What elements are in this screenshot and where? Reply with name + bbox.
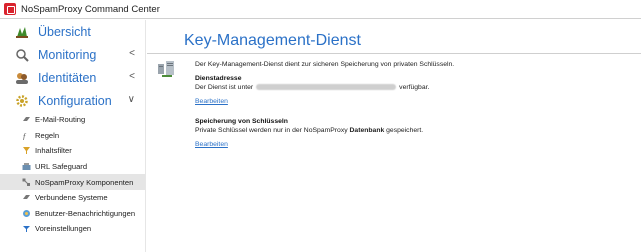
key-management-service-icon (157, 60, 177, 78)
redacted-address (256, 84, 397, 91)
connected-systems-icon (22, 193, 31, 202)
chevron-down-icon[interactable]: ∨ (128, 94, 135, 105)
overview-icon (14, 24, 30, 40)
sidebar-item-label: Inhaltsfilter (35, 146, 72, 156)
service-address-heading: Dienstadresse (195, 75, 242, 82)
sidebar-item-connected-systems[interactable]: Verbundene Systeme (0, 190, 145, 206)
sidebar-item-components[interactable]: NoSpamProxy Komponenten (0, 174, 145, 190)
sidebar: Übersicht Monitoring < Identitäten < Kon… (0, 20, 146, 252)
sidebar-item-email-routing[interactable]: E-Mail-Routing (0, 112, 145, 128)
sidebar-item-configuration[interactable]: Konfiguration ∨ (0, 89, 145, 112)
presets-icon (22, 224, 31, 233)
window-title: NoSpamProxy Command Center (21, 3, 160, 15)
sidebar-item-label: Konfiguration (38, 93, 112, 108)
notifications-icon (22, 209, 31, 218)
components-icon (22, 178, 31, 187)
sidebar-item-rules[interactable]: f Regeln (0, 128, 145, 144)
title-divider (147, 53, 641, 54)
chevron-left-icon[interactable]: < (129, 71, 135, 82)
address-text-after: verfügbar. (399, 84, 430, 91)
url-safeguard-icon (22, 162, 31, 171)
sidebar-item-label: Monitoring (38, 47, 97, 62)
sidebar-item-label: NoSpamProxy Komponenten (35, 177, 134, 187)
sidebar-item-label: Benutzer-Benachrichtigungen (35, 208, 136, 218)
sidebar-item-label: URL Safeguard (35, 162, 88, 172)
intro-text: Der Key-Management-Dienst dient zur sich… (195, 61, 455, 68)
edit-address-link[interactable]: Bearbeiten (195, 97, 228, 106)
storage-location-value: Datenbank (349, 127, 385, 134)
key-storage-heading: Speicherung von Schlüsseln (195, 118, 288, 125)
monitoring-icon (14, 47, 30, 63)
app-logo-icon (4, 3, 16, 15)
key-storage-text: Private Schlüssel werden nur in der NoSp… (195, 126, 635, 135)
service-details: Der Key-Management-Dienst dient zur sich… (195, 60, 635, 149)
address-text-before: Der Dienst ist unter (195, 84, 254, 91)
title-bar: NoSpamProxy Command Center (0, 0, 641, 19)
sidebar-item-content-filter[interactable]: Inhaltsfilter (0, 143, 145, 159)
main-content: Key-Management-Dienst Der Key-Management… (147, 20, 641, 252)
rules-icon: f (22, 131, 31, 140)
sidebar-item-monitoring[interactable]: Monitoring < (0, 43, 145, 66)
sidebar-item-label: Verbundene Systeme (35, 193, 108, 203)
sidebar-item-label: Übersicht (38, 24, 91, 39)
email-routing-icon (22, 115, 31, 124)
sidebar-item-overview[interactable]: Übersicht (0, 20, 145, 43)
service-address-text: Der Dienst ist unter verfügbar. (195, 83, 635, 92)
sidebar-item-notifications[interactable]: Benutzer-Benachrichtigungen (0, 206, 145, 222)
page-title: Key-Management-Dienst (184, 32, 361, 49)
storage-text-before: Private Schlüssel werden nur in der NoSp… (195, 127, 348, 134)
sidebar-item-label: Voreinstellungen (35, 224, 92, 234)
svg-text:f: f (23, 132, 27, 140)
chevron-left-icon[interactable]: < (129, 48, 135, 59)
sidebar-item-identities[interactable]: Identitäten < (0, 66, 145, 89)
sidebar-item-label: Identitäten (38, 70, 97, 85)
edit-storage-link[interactable]: Bearbeiten (195, 140, 228, 149)
sidebar-item-presets[interactable]: Voreinstellungen (0, 221, 145, 237)
identities-icon (14, 70, 30, 86)
content-filter-icon (22, 146, 31, 155)
sidebar-item-label: E-Mail-Routing (35, 115, 86, 125)
storage-text-after: gespeichert. (386, 127, 424, 134)
sidebar-item-url-safeguard[interactable]: URL Safeguard (0, 159, 145, 175)
configuration-icon (14, 93, 30, 109)
sidebar-item-label: Regeln (35, 130, 60, 140)
